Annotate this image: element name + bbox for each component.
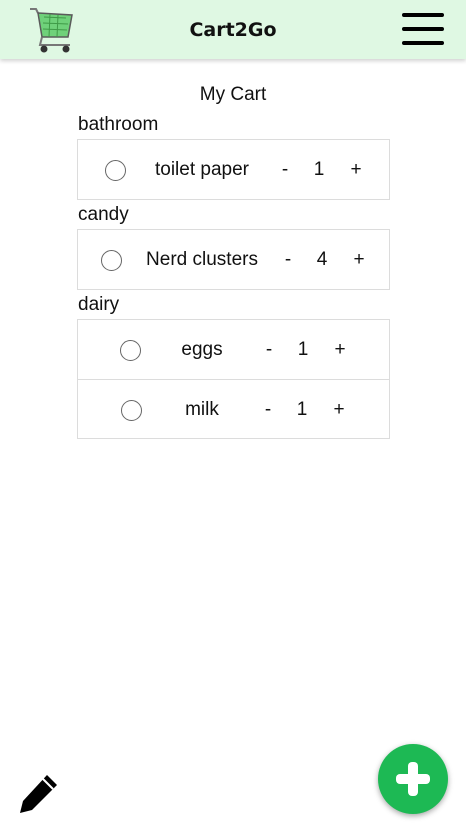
- category-label-dairy: dairy: [78, 294, 120, 315]
- item-name: Nerd clusters: [146, 249, 258, 270]
- item-name: milk: [185, 399, 219, 420]
- category-label-candy: candy: [78, 204, 129, 225]
- cart-item-row: milk - 1 +: [78, 379, 389, 438]
- item-quantity: 1: [296, 399, 308, 420]
- cart-item-row: toilet paper - 1 +: [78, 140, 389, 199]
- item-checkbox[interactable]: [105, 160, 126, 181]
- plus-icon: [396, 762, 430, 796]
- increment-button[interactable]: +: [353, 249, 364, 271]
- item-checkbox[interactable]: [101, 250, 122, 271]
- item-checkbox[interactable]: [121, 400, 142, 421]
- decrement-button[interactable]: -: [282, 159, 288, 181]
- item-quantity: 1: [313, 159, 325, 180]
- decrement-button[interactable]: -: [265, 399, 271, 421]
- pencil-icon[interactable]: [18, 772, 60, 814]
- app-title: Cart2Go: [189, 19, 277, 41]
- item-name: eggs: [181, 339, 223, 360]
- item-quantity: 4: [316, 249, 328, 270]
- item-quantity: 1: [297, 339, 309, 360]
- category-label-bathroom: bathroom: [78, 114, 159, 135]
- category-list-dairy: eggs - 1 + milk - 1 +: [77, 319, 390, 439]
- app-header: Cart2Go: [0, 0, 466, 59]
- increment-button[interactable]: +: [333, 399, 344, 421]
- add-item-button[interactable]: [378, 744, 448, 814]
- category-list-candy: Nerd clusters - 4 +: [77, 229, 390, 290]
- category-list-bathroom: toilet paper - 1 +: [77, 139, 390, 200]
- item-checkbox[interactable]: [120, 340, 141, 361]
- increment-button[interactable]: +: [334, 339, 345, 361]
- cart-item-row: eggs - 1 +: [78, 320, 389, 379]
- decrement-button[interactable]: -: [266, 339, 272, 361]
- decrement-button[interactable]: -: [285, 249, 291, 271]
- page-title: My Cart: [199, 84, 267, 105]
- item-name: toilet paper: [154, 159, 250, 180]
- hamburger-menu-icon[interactable]: [402, 13, 444, 45]
- cart-item-row: Nerd clusters - 4 +: [78, 230, 389, 289]
- increment-button[interactable]: +: [350, 159, 361, 181]
